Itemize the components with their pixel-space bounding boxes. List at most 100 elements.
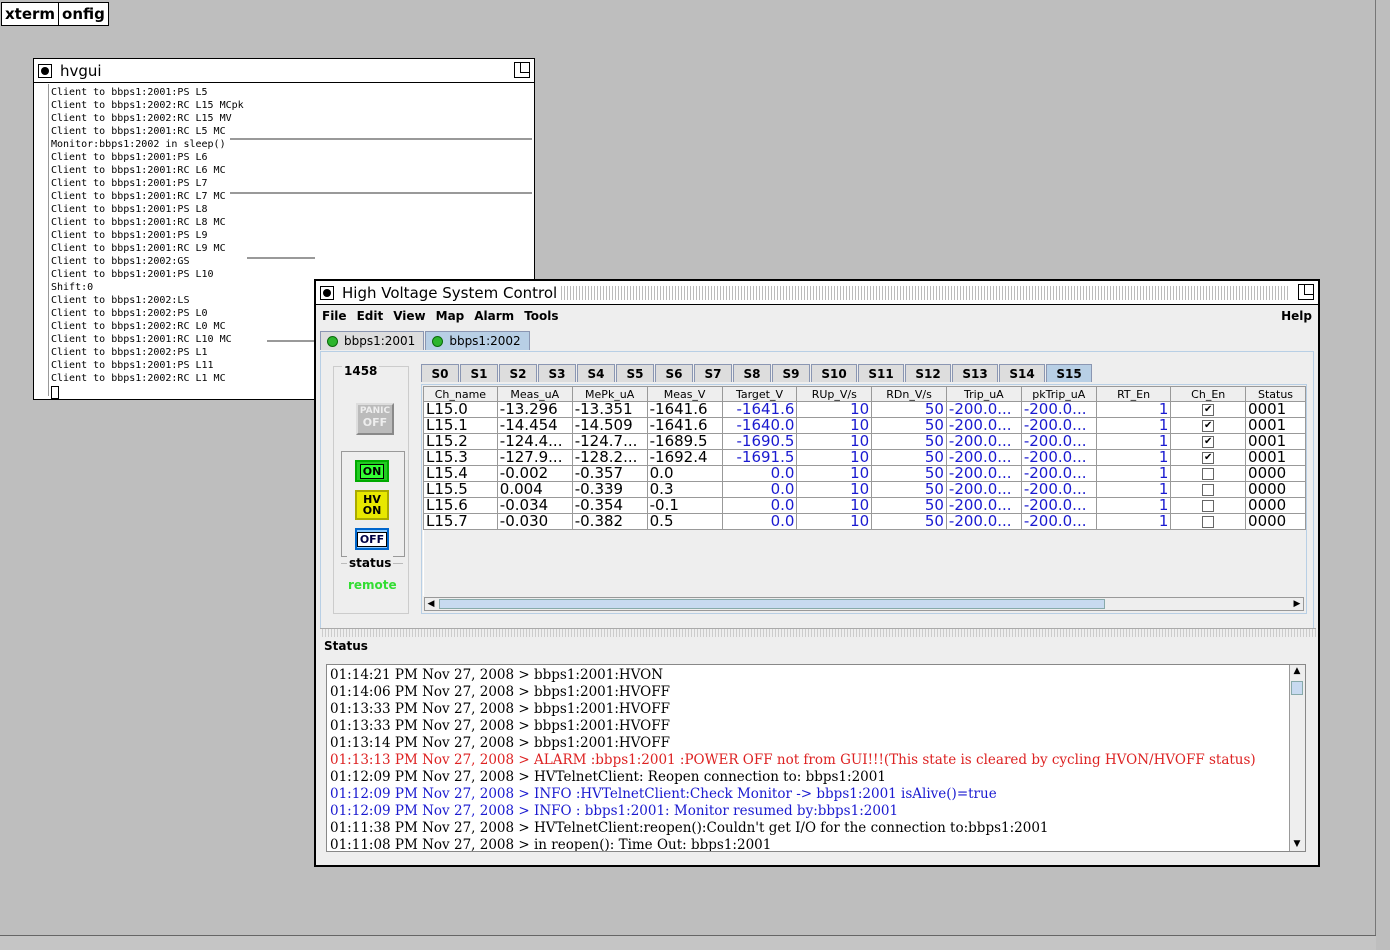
cell-target-v[interactable]: 0.0	[721, 465, 798, 482]
tab-slot-s11[interactable]: S11	[858, 364, 904, 382]
hv-titlebar[interactable]: High Voltage System Control	[316, 281, 1318, 305]
scroll-right-icon[interactable]: ▶	[1291, 598, 1303, 610]
tab-slot-s12[interactable]: S12	[905, 364, 951, 382]
cell-rdn[interactable]: 50	[871, 401, 947, 418]
on-button[interactable]: ON	[355, 460, 389, 482]
cell-rdn[interactable]: 50	[871, 465, 947, 482]
cell-rt-en[interactable]: 1	[1095, 513, 1172, 530]
cell-ch-en[interactable]	[1170, 481, 1247, 498]
cell-target-v[interactable]: -1641.6	[721, 401, 798, 418]
column-header[interactable]: Status	[1245, 386, 1306, 402]
table-row[interactable]: L15.5 0.004 -0.339 0.3 0.0 10 50 -200.0... -200.…	[423, 481, 1306, 498]
cell-target-v[interactable]: 0.0	[721, 513, 798, 530]
cell-trip[interactable]: -200.0...	[945, 401, 1022, 418]
cell-target-v[interactable]: -1640.0	[721, 417, 798, 434]
table-row[interactable]: L15.6 -0.034 -0.354 -0.1 0.0 10 50 -200.0... -20…	[423, 497, 1306, 514]
cell-rup[interactable]: 10	[796, 417, 873, 434]
cell-pktrip[interactable]: -200.0...	[1020, 513, 1097, 530]
log-scrollbar[interactable]: ▲ ▼	[1289, 665, 1305, 851]
cell-rup[interactable]: 10	[796, 513, 873, 530]
tab-slot-s4[interactable]: S4	[577, 364, 615, 382]
tab-slot-s6[interactable]: S6	[655, 364, 693, 382]
tab-slot-s8[interactable]: S8	[733, 364, 771, 382]
cell-pktrip[interactable]: -200.0...	[1020, 433, 1097, 450]
cell-target-v[interactable]: 0.0	[721, 497, 798, 514]
xterm-label[interactable]: xterm	[2, 3, 58, 25]
cell-trip[interactable]: -200.0...	[945, 513, 1022, 530]
column-header[interactable]: RDn_V/s	[871, 386, 947, 402]
column-header[interactable]: Meas_uA	[496, 386, 573, 402]
split-pane-divider[interactable]	[320, 628, 1316, 637]
cell-ch-en[interactable]: ✔	[1170, 417, 1247, 434]
tab-slot-s14[interactable]: S14	[999, 364, 1045, 382]
menu-alarm[interactable]: Alarm	[474, 309, 514, 323]
column-header[interactable]: MePk_uA	[571, 386, 648, 402]
tab-slot-s2[interactable]: S2	[499, 364, 537, 382]
tab-crate-2002[interactable]: bbps1:2002	[425, 331, 530, 350]
menu-map[interactable]: Map	[436, 309, 465, 323]
tab-slot-s0[interactable]: S0	[421, 364, 459, 382]
zoom-icon[interactable]	[514, 62, 530, 78]
cell-rt-en[interactable]: 1	[1095, 465, 1172, 482]
cell-rt-en[interactable]: 1	[1095, 401, 1172, 418]
column-header[interactable]: Ch_name	[423, 386, 498, 402]
checked-checkbox-icon[interactable]: ✔	[1202, 419, 1215, 432]
tab-slot-s3[interactable]: S3	[538, 364, 576, 382]
cell-rup[interactable]: 10	[796, 401, 873, 418]
cell-rup[interactable]: 10	[796, 497, 873, 514]
cell-ch-en[interactable]: ✔	[1170, 433, 1247, 450]
cell-rdn[interactable]: 50	[871, 449, 947, 466]
column-header[interactable]: Meas_V	[646, 386, 723, 402]
column-header[interactable]: RT_En	[1095, 386, 1172, 402]
cell-trip[interactable]: -200.0...	[945, 417, 1022, 434]
cell-rt-en[interactable]: 1	[1095, 433, 1172, 450]
menu-file[interactable]: File	[322, 309, 347, 323]
titlebar-drag-area[interactable]	[561, 285, 1288, 300]
column-header[interactable]: pkTrip_uA	[1020, 386, 1097, 402]
cell-rdn[interactable]: 50	[871, 513, 947, 530]
cell-rup[interactable]: 10	[796, 433, 873, 450]
cell-rdn[interactable]: 50	[871, 433, 947, 450]
cell-ch-en[interactable]: ✔	[1170, 401, 1247, 418]
cell-ch-en[interactable]: ✔	[1170, 449, 1247, 466]
cell-trip[interactable]: -200.0...	[945, 497, 1022, 514]
hvgui-titlebar[interactable]: hvgui	[34, 59, 534, 83]
cell-rup[interactable]: 10	[796, 465, 873, 482]
menu-tools[interactable]: Tools	[524, 309, 558, 323]
column-header[interactable]: Trip_uA	[945, 386, 1022, 402]
tab-crate-2001[interactable]: bbps1:2001	[320, 331, 425, 350]
cell-pktrip[interactable]: -200.0...	[1020, 417, 1097, 434]
scrollbar-thumb[interactable]	[439, 599, 1105, 609]
cell-pktrip[interactable]: -200.0...	[1020, 401, 1097, 418]
hv-on-button[interactable]: HV ON	[355, 490, 389, 520]
off-button[interactable]: OFF	[355, 528, 389, 550]
table-row[interactable]: L15.2 -124.4... -124.7... -1689.5 -1690.5 10 5…	[423, 433, 1306, 450]
cell-pktrip[interactable]: -200.0...	[1020, 465, 1097, 482]
checked-checkbox-icon[interactable]: ✔	[1202, 435, 1215, 448]
checked-checkbox-icon[interactable]: ✔	[1202, 403, 1215, 416]
checked-checkbox-icon[interactable]: ✔	[1202, 451, 1215, 464]
cell-rdn[interactable]: 50	[871, 417, 947, 434]
cell-rdn[interactable]: 50	[871, 481, 947, 498]
cell-target-v[interactable]: 0.0	[721, 481, 798, 498]
cell-trip[interactable]: -200.0...	[945, 433, 1022, 450]
cell-target-v[interactable]: -1691.5	[721, 449, 798, 466]
horizontal-scrollbar[interactable]: ◀ ▶	[424, 597, 1304, 611]
cell-trip[interactable]: -200.0...	[945, 481, 1022, 498]
scroll-left-icon[interactable]: ◀	[425, 598, 437, 610]
scrollbar-thumb[interactable]	[1291, 681, 1303, 695]
cell-rup[interactable]: 10	[796, 481, 873, 498]
tab-slot-s1[interactable]: S1	[460, 364, 498, 382]
cell-rdn[interactable]: 50	[871, 497, 947, 514]
cell-pktrip[interactable]: -200.0...	[1020, 449, 1097, 466]
cell-rt-en[interactable]: 1	[1095, 449, 1172, 466]
cell-ch-en[interactable]	[1170, 497, 1247, 514]
tab-slot-s10[interactable]: S10	[811, 364, 857, 382]
unchecked-checkbox-icon[interactable]	[1202, 483, 1215, 496]
menu-view[interactable]: View	[393, 309, 425, 323]
cell-pktrip[interactable]: -200.0...	[1020, 497, 1097, 514]
unchecked-checkbox-icon[interactable]	[1202, 467, 1215, 480]
column-header[interactable]: RUp_V/s	[796, 386, 873, 402]
close-icon[interactable]	[320, 285, 334, 300]
zoom-icon[interactable]	[1298, 284, 1314, 300]
